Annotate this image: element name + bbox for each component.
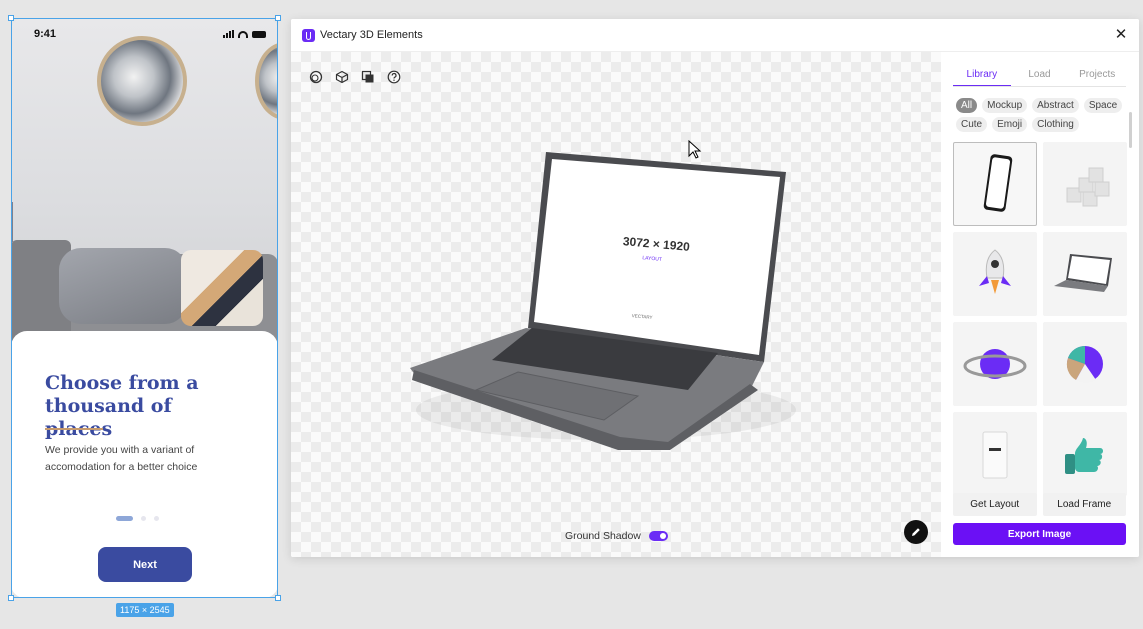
filter-chip-mockup[interactable]: Mockup (982, 98, 1028, 113)
cube-icon[interactable] (335, 70, 349, 84)
ground-shadow-label: Ground Shadow (565, 530, 641, 542)
onboarding-card: Choose from a thousand of places We prov… (11, 331, 278, 598)
plant-stem (11, 202, 29, 242)
help-icon[interactable] (387, 70, 401, 84)
page-dot[interactable] (154, 516, 159, 521)
orbit-icon[interactable] (309, 70, 323, 84)
category-filters: All Mockup Abstract Space Cute Emoji Clo… (956, 98, 1134, 132)
status-icons (223, 30, 266, 38)
mouse-cursor-icon (688, 140, 702, 159)
asset-tile-abstract-steps[interactable] (1043, 142, 1127, 226)
pillow-patterned (181, 250, 263, 326)
wall-art-round (97, 36, 187, 126)
asset-tile-planet[interactable] (953, 322, 1037, 406)
asset-tile-thumbs-up[interactable] (1043, 412, 1127, 496)
layers-icon[interactable] (361, 70, 375, 84)
resize-handle-bl[interactable] (8, 595, 14, 601)
ground-shadow-control: Ground Shadow (565, 530, 668, 542)
plugin-window: Vectary 3D Elements ✕ 3072 × 1920 LAYOUT… (291, 19, 1139, 557)
next-button[interactable]: Next (98, 547, 192, 582)
close-icon[interactable]: ✕ (1113, 27, 1129, 43)
filter-chip-space[interactable]: Space (1083, 98, 1123, 113)
battery-icon (252, 30, 266, 38)
ground-shadow-toggle[interactable] (648, 531, 668, 541)
resize-handle-br[interactable] (275, 595, 281, 601)
frame-size-badge: 1175 × 2545 (116, 603, 174, 617)
sidebar-scrollbar[interactable] (1129, 112, 1132, 148)
filter-chip-abstract[interactable]: Abstract (1032, 98, 1079, 113)
wall-art-round-2 (255, 42, 278, 120)
hero-photo (11, 18, 278, 348)
get-layout-button[interactable]: Get Layout (953, 493, 1037, 516)
tab-projects[interactable]: Projects (1068, 68, 1126, 86)
filter-chip-clothing[interactable]: Clothing (1032, 117, 1079, 132)
pencil-icon (912, 528, 920, 536)
filter-chip-all[interactable]: All (956, 98, 978, 113)
sidebar-action-row: Get Layout Load Frame (953, 493, 1126, 516)
tab-library[interactable]: Library (953, 68, 1011, 86)
tab-load[interactable]: Load (1011, 68, 1069, 86)
onboarding-description: We provide you with a variant of accomod… (45, 444, 198, 473)
mobile-frame[interactable]: 9:41 Choose from a thousand of places We… (11, 18, 278, 598)
plugin-header: Vectary 3D Elements ✕ (291, 19, 1139, 52)
page-dot[interactable] (141, 516, 146, 521)
export-image-button[interactable]: Export Image (953, 523, 1126, 545)
asset-grid (953, 142, 1128, 496)
onboarding-title: Choose from a thousand of places (45, 372, 199, 440)
asset-tile-coffee-bag[interactable] (953, 412, 1037, 496)
page-dot-active[interactable] (116, 516, 133, 521)
load-frame-button[interactable]: Load Frame (1042, 493, 1126, 516)
asset-tile-rocket[interactable] (953, 232, 1037, 316)
pagination-dots (116, 516, 159, 521)
resize-handle-tr[interactable] (275, 15, 281, 21)
plugin-title: Vectary 3D Elements (320, 29, 423, 41)
vectary-logo-icon (302, 29, 315, 42)
pillow-grey (59, 248, 187, 324)
edit-button[interactable] (904, 520, 928, 544)
filter-chip-cute[interactable]: Cute (956, 117, 988, 132)
filter-chip-emoji[interactable]: Emoji (992, 117, 1028, 132)
laptop-model[interactable]: 3072 × 1920 LAYOUT VECTARY (406, 150, 796, 455)
asset-tile-pie-sphere[interactable] (1043, 322, 1127, 406)
viewport-toolbar (309, 70, 401, 84)
3d-viewport[interactable]: 3072 × 1920 LAYOUT VECTARY Ground Shadow (291, 52, 941, 557)
status-time: 9:41 (34, 28, 57, 40)
library-sidebar: Library Load Projects All Mockup Abstrac… (941, 52, 1139, 557)
signal-icon (223, 30, 234, 38)
resize-handle-tl[interactable] (8, 15, 14, 21)
asset-tile-laptop-mockup[interactable] (1043, 232, 1127, 316)
sidebar-tabs: Library Load Projects (953, 68, 1126, 87)
wifi-icon (238, 30, 248, 38)
asset-tile-phone-mockup[interactable] (953, 142, 1037, 226)
title-divider (45, 428, 103, 430)
